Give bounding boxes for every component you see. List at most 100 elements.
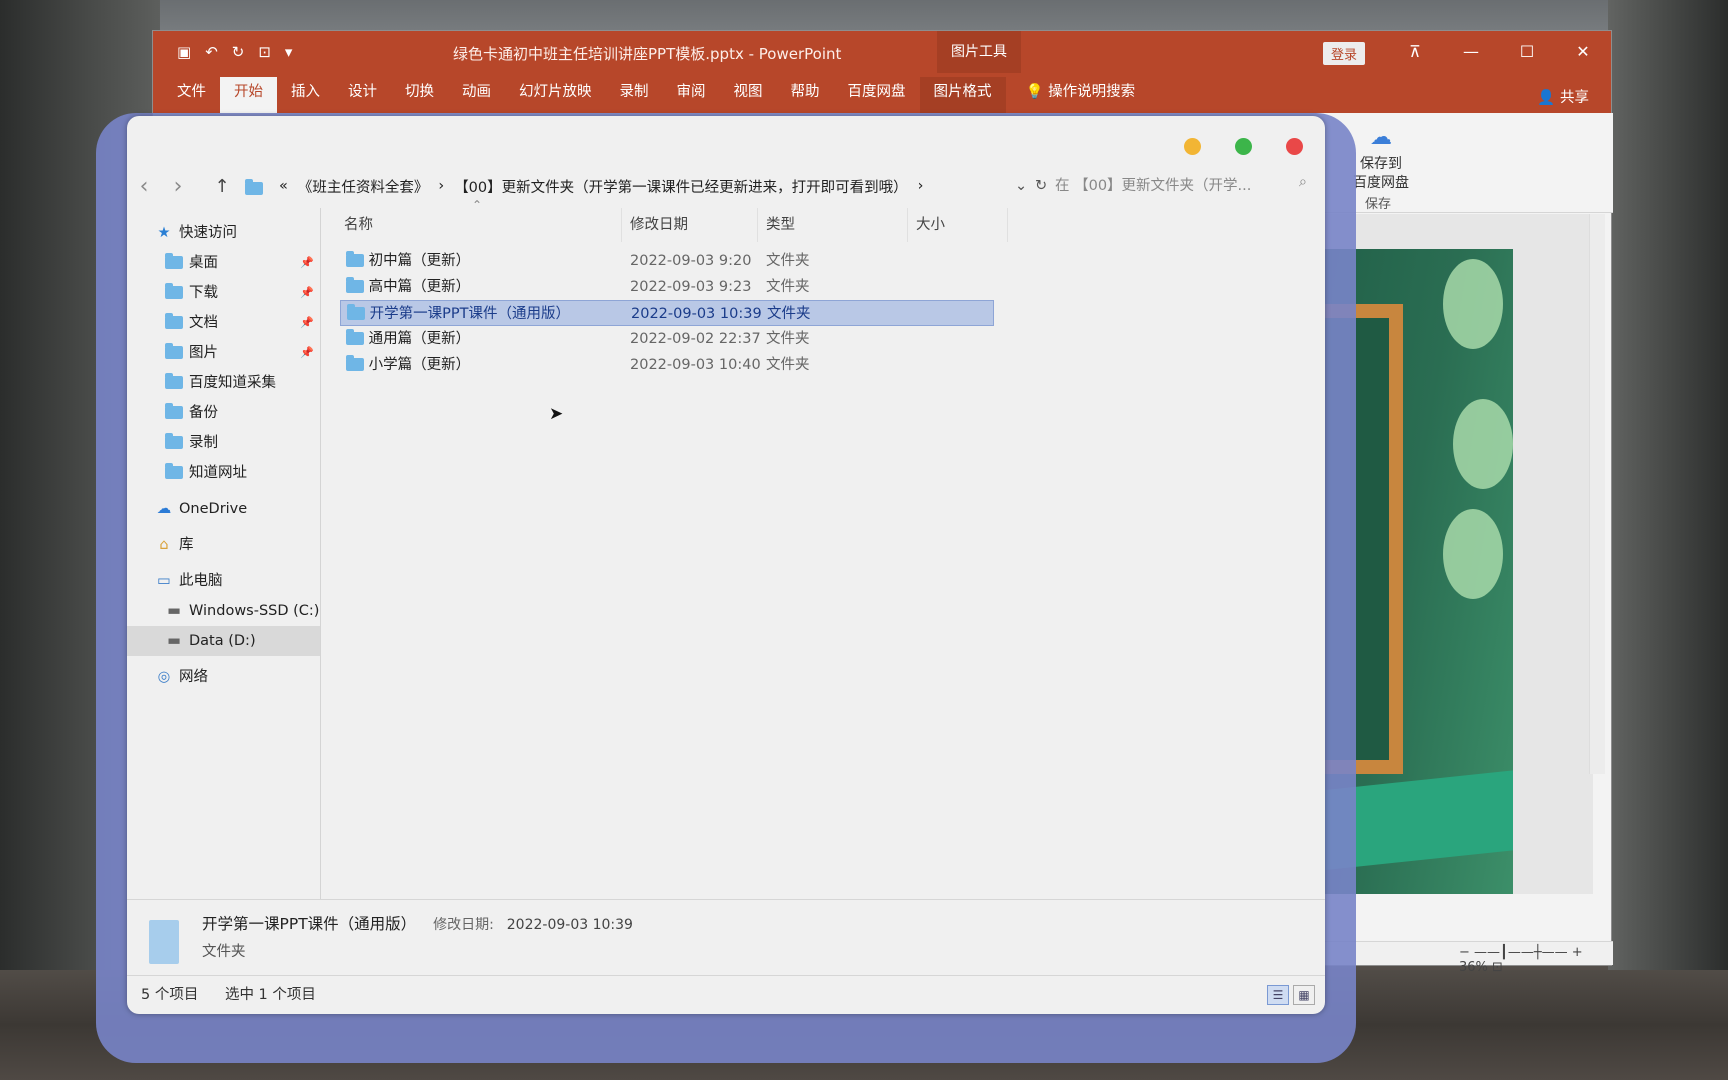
- nav-onedrive[interactable]: ☁ OneDrive: [127, 494, 320, 524]
- nav-label: 此电脑: [179, 573, 223, 589]
- address-bar: ‹ › ↑ « 《班主任资料全套》 › 【00】更新文件夹（开学第一课课件已经更…: [127, 164, 1325, 208]
- customize-qat-icon[interactable]: ▾: [285, 43, 293, 61]
- file-name: 通用篇（更新）: [368, 331, 471, 347]
- computer-icon: ▭: [157, 573, 171, 589]
- details-file-name: 开学第一课PPT课件（通用版）: [202, 915, 417, 933]
- nav-library[interactable]: ⌂ 库: [127, 530, 320, 560]
- tab-design[interactable]: 设计: [334, 77, 391, 113]
- nav-drive-c[interactable]: ▬ Windows-SSD (C:): [127, 596, 320, 626]
- nav-label: 文档: [189, 315, 218, 331]
- close-icon[interactable]: ✕: [1555, 31, 1611, 73]
- minimize-icon[interactable]: —: [1443, 31, 1499, 73]
- tab-animations[interactable]: 动画: [448, 77, 505, 113]
- file-date: 2022-09-03 9:20: [630, 253, 752, 269]
- close-button[interactable]: [1286, 138, 1303, 155]
- minimize-button[interactable]: [1184, 138, 1201, 155]
- tab-view[interactable]: 视图: [720, 77, 777, 113]
- tab-record[interactable]: 录制: [606, 77, 663, 113]
- tab-home[interactable]: 开始: [220, 77, 277, 113]
- history-dropdown-icon[interactable]: ⌄: [1015, 178, 1027, 194]
- tab-file[interactable]: 文件: [163, 77, 220, 113]
- file-type: 文件夹: [767, 306, 811, 322]
- file-name: 小学篇（更新）: [368, 357, 471, 373]
- breadcrumb-separator[interactable]: ›: [918, 178, 924, 194]
- tab-review[interactable]: 审阅: [663, 77, 720, 113]
- nav-quick-access[interactable]: ★ 快速访问: [127, 218, 320, 248]
- details-view-icon[interactable]: ☰: [1267, 985, 1289, 1005]
- refresh-icon[interactable]: ↻: [1035, 178, 1047, 194]
- nav-item-pictures[interactable]: 图片 📌: [127, 338, 320, 368]
- tab-picture-format[interactable]: 图片格式: [919, 77, 1006, 113]
- undo-icon[interactable]: ↶: [205, 43, 218, 61]
- tab-insert[interactable]: 插入: [277, 77, 334, 113]
- table-row[interactable]: 高中篇（更新） 2022-09-03 9:23 文件夹: [340, 274, 994, 300]
- nav-item-baidu-collect[interactable]: 百度知道采集: [127, 368, 320, 398]
- share-button[interactable]: 👤 共享: [1537, 86, 1589, 107]
- vertical-scrollbar[interactable]: [1589, 214, 1605, 774]
- fit-slide-icon[interactable]: ⊡: [1492, 960, 1503, 975]
- up-icon[interactable]: ↑: [205, 176, 239, 197]
- nav-item-zhidao-urls[interactable]: 知道网址: [127, 458, 320, 488]
- table-row[interactable]: 初中篇（更新） 2022-09-03 9:20 文件夹: [340, 248, 994, 274]
- present-icon[interactable]: ⊡: [258, 43, 271, 61]
- tab-slideshow[interactable]: 幻灯片放映: [505, 77, 606, 113]
- file-type: 文件夹: [766, 253, 810, 269]
- table-row[interactable]: 通用篇（更新） 2022-09-02 22:37 文件夹: [340, 326, 994, 352]
- folder-icon: [165, 403, 183, 419]
- file-explorer-window: ‹ › ↑ « 《班主任资料全套》 › 【00】更新文件夹（开学第一课课件已经更…: [127, 116, 1325, 1014]
- nav-item-documents[interactable]: 文档 📌: [127, 308, 320, 338]
- login-button[interactable]: 登录: [1323, 42, 1366, 65]
- nav-label: OneDrive: [179, 501, 248, 517]
- nav-network[interactable]: ◎ 网络: [127, 662, 320, 692]
- zoom-slider[interactable]: − ——┃——┼—— + 36% ⊡: [1459, 945, 1613, 975]
- folder-icon: [165, 253, 183, 269]
- nav-item-desktop[interactable]: 桌面 📌: [127, 248, 320, 278]
- nav-item-backup[interactable]: 备份: [127, 398, 320, 428]
- maximize-icon[interactable]: ☐: [1499, 31, 1555, 73]
- large-icons-view-icon[interactable]: ▦: [1293, 985, 1315, 1005]
- quick-access-toolbar: ▣ ↶ ↻ ⊡ ▾: [177, 43, 292, 61]
- breadcrumb-item-current[interactable]: 【00】更新文件夹（开学第一课课件已经更新进来，打开即可看到哦）: [454, 176, 907, 197]
- table-row-selected[interactable]: 开学第一课PPT课件（通用版） 2022-09-03 10:39 文件夹: [340, 300, 994, 326]
- back-icon[interactable]: ‹: [127, 174, 161, 199]
- status-bar: 5 个项目 选中 1 个项目 ☰ ▦: [127, 975, 1325, 1014]
- column-date[interactable]: 修改日期: [622, 208, 758, 242]
- nav-item-recording[interactable]: 录制: [127, 428, 320, 458]
- save-icon[interactable]: ▣: [177, 43, 191, 61]
- download-folder-icon: [165, 283, 183, 299]
- column-name[interactable]: 名称: [322, 208, 622, 242]
- search-input[interactable]: 在 【00】更新文件夹（开学...: [1055, 178, 1251, 194]
- nav-label: 录制: [189, 435, 218, 451]
- item-count: 5 个项目: [141, 987, 199, 1003]
- column-size[interactable]: 大小: [908, 208, 1008, 242]
- column-type[interactable]: 类型: [758, 208, 908, 242]
- maximize-button[interactable]: [1235, 138, 1252, 155]
- details-title: 开学第一课PPT课件（通用版） 修改日期: 2022-09-03 10:39: [202, 912, 633, 934]
- pin-icon: 📌: [300, 256, 314, 269]
- tab-transitions[interactable]: 切换: [391, 77, 448, 113]
- search-box[interactable]: 在 【00】更新文件夹（开学... ⌕: [1055, 174, 1307, 195]
- tab-baidu-netdisk[interactable]: 百度网盘: [834, 77, 920, 113]
- tell-me-search[interactable]: 💡 操作说明搜索: [1026, 77, 1136, 113]
- ribbon-display-icon[interactable]: ⊼: [1387, 31, 1443, 73]
- tab-help[interactable]: 帮助: [777, 77, 834, 113]
- nav-drive-d[interactable]: ▬ Data (D:): [127, 626, 320, 656]
- nav-item-downloads[interactable]: 下载 📌: [127, 278, 320, 308]
- pin-icon: 📌: [300, 346, 314, 359]
- breadcrumb-separator[interactable]: ›: [438, 178, 444, 194]
- nav-label: 百度知道采集: [189, 375, 276, 391]
- nav-this-pc[interactable]: ▭ 此电脑: [127, 566, 320, 596]
- table-row[interactable]: 小学篇（更新） 2022-09-03 10:40 文件夹: [340, 352, 994, 378]
- breadcrumb-overflow[interactable]: «: [279, 178, 288, 194]
- breadcrumb-item[interactable]: 《班主任资料全套》: [298, 176, 429, 197]
- zoom-level[interactable]: 36%: [1459, 960, 1488, 975]
- person-icon: 👤: [1537, 90, 1560, 106]
- folder-icon: [346, 277, 364, 293]
- large-folder-icon: [149, 920, 179, 964]
- window-controls: ⊼ — ☐ ✕: [1387, 31, 1611, 73]
- column-headers: ⌃ 名称 修改日期 类型 大小: [322, 198, 1325, 242]
- forward-icon[interactable]: ›: [161, 174, 195, 199]
- search-icon[interactable]: ⌕: [1299, 174, 1307, 190]
- folder-icon: [347, 304, 365, 320]
- redo-icon[interactable]: ↻: [232, 43, 245, 61]
